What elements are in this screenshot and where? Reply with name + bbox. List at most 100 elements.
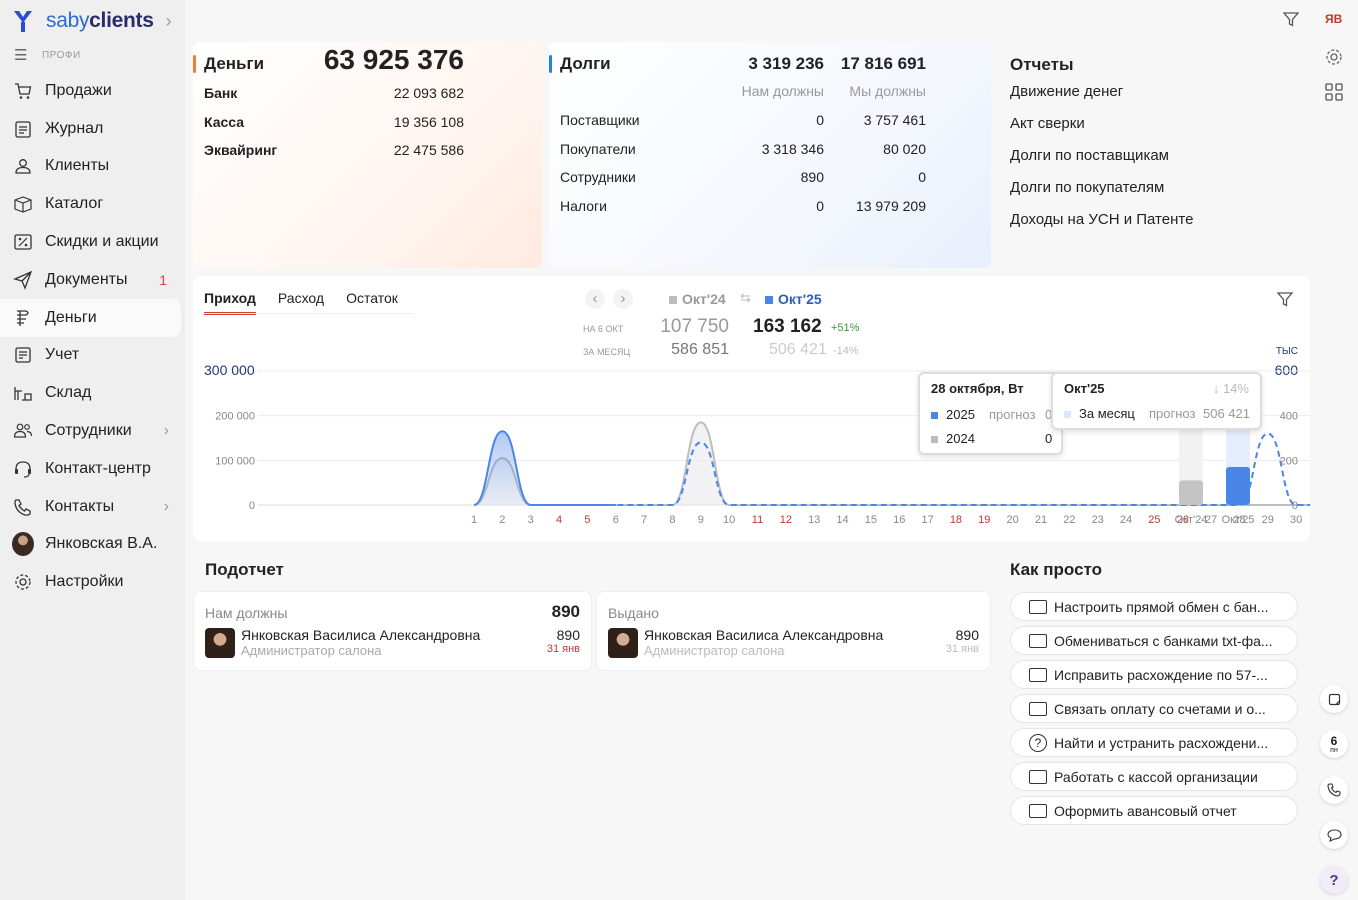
debt-row-label[interactable]: Поставщики	[560, 112, 640, 128]
report-link[interactable]: Долги по покупателям	[1010, 179, 1193, 211]
howto-item[interactable]: Оформить авансовый отчет	[1010, 796, 1298, 825]
podotchet-issued-card[interactable]: Выдано Янковская Василиса Александровна …	[596, 591, 991, 671]
money-accent	[193, 55, 196, 73]
sidebar-item-12[interactable]: Контакты ›	[0, 488, 185, 526]
money-card[interactable]: Деньги 63 925 376 Банк 22 093 682 Касса 1…	[193, 42, 542, 268]
chevron-right-icon[interactable]: ›	[164, 422, 169, 440]
debt-row-we-owe[interactable]: 13 979 209	[856, 198, 926, 214]
employee-date: 31 янв	[546, 643, 580, 655]
x-tick-label: 7	[641, 514, 647, 526]
date-day: пн	[1330, 746, 1338, 754]
debt-row-owed-to-us[interactable]: 0	[816, 112, 824, 128]
sidebar: sabyclients › ☰ ПРОФИ Продажи Журнал Клиен…	[0, 0, 185, 900]
staff-icon	[12, 420, 34, 442]
debts-total-owed-to-us[interactable]: 3 319 236	[748, 54, 824, 74]
tab-3[interactable]: Остаток	[346, 290, 398, 315]
apps-grid-icon[interactable]	[1325, 83, 1343, 105]
next-period-button[interactable]: ›	[613, 289, 633, 309]
chart-card: Приход Расход Остаток ‹ › Окт'24 ⇆ Окт'25 …	[193, 276, 1310, 541]
hamburger-icon[interactable]: ☰	[14, 46, 28, 64]
period-prev[interactable]: Окт'24	[669, 291, 726, 307]
debt-row-owed-to-us[interactable]: 890	[801, 169, 824, 185]
report-link[interactable]: Долги по поставщикам	[1010, 147, 1193, 179]
period-cur[interactable]: Окт'25	[765, 291, 822, 307]
report-link[interactable]: Акт сверки	[1010, 115, 1193, 147]
howto-item[interactable]: ? Найти и устранить расхождени...	[1010, 728, 1298, 757]
money-row-value[interactable]: 22 093 682	[394, 85, 464, 101]
chevron-right-icon[interactable]: ›	[164, 498, 169, 516]
x-tick-label: 28	[1233, 514, 1245, 526]
debt-row-we-owe[interactable]: 3 757 461	[864, 112, 926, 128]
filter-icon[interactable]	[1282, 12, 1300, 31]
calendar-date[interactable]: 6 пн	[1320, 730, 1348, 758]
sidebar-item-9[interactable]: Склад	[0, 374, 185, 412]
headset-icon	[12, 458, 34, 480]
prev-period-button[interactable]: ‹	[585, 289, 605, 309]
bar-y-tick-label: 0	[1292, 500, 1298, 512]
sidebar-item-2[interactable]: Журнал	[0, 110, 185, 148]
sidebar-item-5[interactable]: Скидки и акции	[0, 223, 185, 261]
section-header[interactable]: ☰ ПРОФИ	[14, 46, 81, 64]
debts-card[interactable]: Долги 3 319 236 17 816 691 Нам должны Мы…	[549, 42, 991, 268]
debt-row-we-owe[interactable]: 0	[918, 169, 926, 185]
debt-row-we-owe[interactable]: 80 020	[883, 141, 926, 157]
warehouse-icon	[12, 382, 34, 404]
sidebar-item-label: Каталог	[45, 195, 104, 213]
debt-row-label[interactable]: Налоги	[560, 198, 607, 214]
howto-item[interactable]: Обмениваться с банками txt-фа...	[1010, 626, 1298, 655]
sidebar-item-10[interactable]: Сотрудники ›	[0, 412, 185, 450]
sidebar-item-6[interactable]: Документы 1	[0, 261, 185, 299]
debt-row-owed-to-us[interactable]: 0	[816, 198, 824, 214]
tab-2[interactable]: Расход	[278, 290, 324, 315]
sidebar-item-14[interactable]: Настройки	[0, 563, 185, 601]
money-row-label[interactable]: Эквайринг	[204, 142, 277, 158]
chevron-right-icon: ›	[165, 10, 172, 31]
howto-item[interactable]: Настроить прямой обмен с бан...	[1010, 592, 1298, 621]
x-tick-label: 2	[499, 514, 505, 526]
chat-icon[interactable]	[1320, 821, 1348, 849]
sidebar-item-7[interactable]: Деньги	[0, 298, 181, 337]
tooltip-month-row: За месяц	[1064, 406, 1135, 421]
employee-name[interactable]: Янковская Василиса Александровна	[644, 627, 883, 643]
howto-item[interactable]: Связать оплату со счетами и о...	[1010, 694, 1298, 723]
chart-filter-icon[interactable]	[1276, 292, 1294, 312]
journal-icon	[12, 118, 34, 140]
sidebar-item-8[interactable]: Учет	[0, 337, 185, 375]
swap-icon[interactable]: ⇆	[740, 290, 751, 306]
podotchet-owed-card[interactable]: Нам должны 890 Янковская Василиса Алекса…	[193, 591, 592, 671]
sidebar-item-4[interactable]: Каталог	[0, 185, 185, 223]
logo[interactable]: sabyclients ›	[10, 8, 172, 34]
reports-panel: Отчеты Движение денег Акт сверки Долги по …	[1010, 55, 1193, 243]
employee-role: Администратор салона	[644, 643, 785, 658]
note-icon[interactable]	[1320, 685, 1348, 713]
sidebar-item-11[interactable]: Контакт-центр	[0, 450, 185, 488]
money-row-label[interactable]: Банк	[204, 85, 237, 101]
user-initials[interactable]: ЯВ	[1325, 12, 1342, 26]
howto-label: Настроить прямой обмен с бан...	[1054, 598, 1269, 615]
help-button[interactable]: ?	[1320, 866, 1348, 894]
report-link[interactable]: Движение денег	[1010, 83, 1193, 115]
tab-1[interactable]: Приход	[204, 290, 256, 315]
gear-icon[interactable]	[1324, 47, 1344, 71]
debt-row-owed-to-us[interactable]: 3 318 346	[762, 141, 824, 157]
debts-total-we-owe[interactable]: 17 816 691	[841, 54, 926, 74]
money-total[interactable]: 63 925 376	[324, 44, 464, 76]
tab-divider	[204, 313, 414, 314]
howto-item[interactable]: Исправить расхождение по 57-...	[1010, 660, 1298, 689]
howto-item[interactable]: Работать с кассой организации	[1010, 762, 1298, 791]
sidebar-item-1[interactable]: Продажи	[0, 72, 185, 110]
debt-row-label[interactable]: Сотрудники	[560, 169, 636, 185]
sidebar-item-13[interactable]: Янковская В.А.	[0, 526, 185, 564]
y-tick-label: 100 000	[215, 455, 255, 467]
employee-name[interactable]: Янковская Василиса Александровна	[241, 627, 480, 643]
money-row-label[interactable]: Касса	[204, 114, 244, 130]
debt-row-label[interactable]: Покупатели	[560, 141, 636, 157]
phone-icon[interactable]	[1320, 776, 1348, 804]
logo-icon	[14, 11, 32, 32]
money-row-value[interactable]: 19 356 108	[394, 114, 464, 130]
money-row-value[interactable]: 22 475 586	[394, 142, 464, 158]
report-link[interactable]: Доходы на УСН и Патенте	[1010, 211, 1193, 243]
sidebar-item-3[interactable]: Клиенты	[0, 148, 185, 186]
brand-name: sabyclients	[46, 9, 154, 32]
series-2024-line	[473, 421, 1310, 506]
